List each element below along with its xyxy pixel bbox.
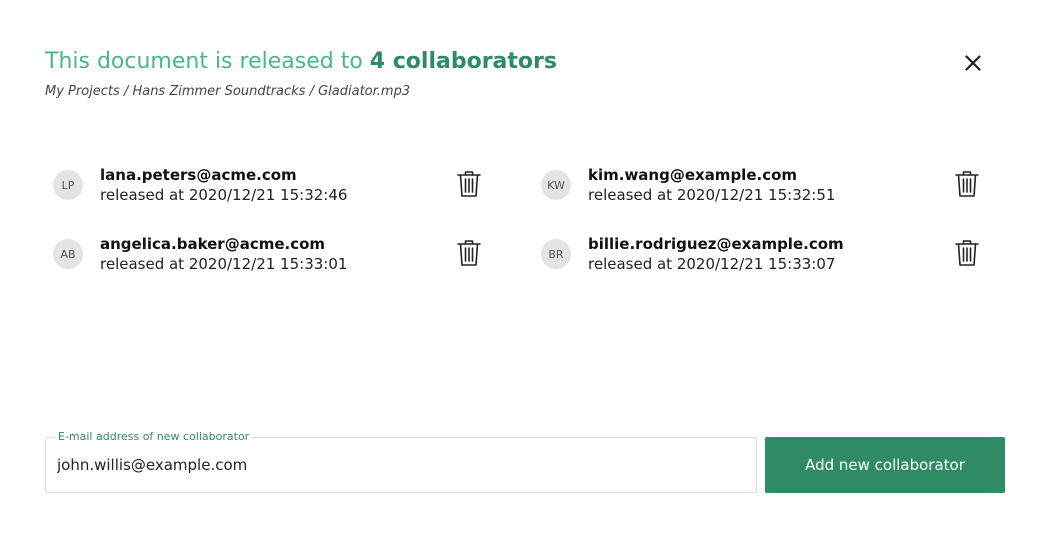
avatar: AB — [53, 239, 83, 269]
collaborator-count: 4 collaborators — [369, 49, 557, 74]
collaborator-item: AB angelica.baker@acme.com released at 2… — [45, 229, 533, 279]
trash-icon[interactable] — [457, 170, 481, 198]
collaborator-info: billie.rodriguez@example.com released at… — [588, 234, 844, 274]
collaborator-email: kim.wang@example.com — [588, 166, 798, 184]
released-at: released at 2020/12/21 15:33:07 — [588, 255, 836, 273]
title-prefix: This document is released to — [45, 49, 370, 74]
released-at: released at 2020/12/21 15:32:46 — [100, 186, 348, 204]
collaborator-item: BR billie.rodriguez@example.com released… — [533, 229, 1005, 279]
new-collaborator-field: E-mail address of new collaborator — [45, 430, 757, 493]
collaborator-email: billie.rodriguez@example.com — [588, 235, 844, 253]
close-button[interactable] — [960, 50, 986, 76]
dialog-title: This document is released to 4 collabora… — [45, 44, 557, 80]
avatar: LP — [53, 170, 83, 200]
collaborator-item: LP lana.peters@acme.com released at 2020… — [45, 160, 533, 210]
collaborator-info: angelica.baker@acme.com released at 2020… — [100, 234, 347, 274]
collaborator-email: lana.peters@acme.com — [100, 166, 297, 184]
trash-icon[interactable] — [955, 170, 979, 198]
released-at: released at 2020/12/21 15:33:01 — [100, 255, 348, 273]
breadcrumb: My Projects / Hans Zimmer Soundtracks / … — [45, 84, 411, 99]
add-collaborator-button[interactable]: Add new collaborator — [765, 437, 1005, 493]
collaborator-item: KW kim.wang@example.com released at 2020… — [533, 160, 1005, 210]
avatar: KW — [541, 170, 571, 200]
collaborator-info: lana.peters@acme.com released at 2020/12… — [100, 165, 347, 205]
close-icon — [965, 55, 981, 71]
collaborator-list: LP lana.peters@acme.com released at 2020… — [45, 160, 1005, 279]
released-at: released at 2020/12/21 15:32:51 — [588, 186, 836, 204]
trash-icon[interactable] — [457, 239, 481, 267]
collaborator-email: angelica.baker@acme.com — [100, 235, 326, 253]
collaborator-info: kim.wang@example.com released at 2020/12… — [588, 165, 835, 205]
trash-icon[interactable] — [955, 239, 979, 267]
release-dialog: This document is released to 4 collabora… — [0, 0, 1048, 557]
email-input[interactable] — [57, 438, 737, 492]
avatar: BR — [541, 239, 571, 269]
